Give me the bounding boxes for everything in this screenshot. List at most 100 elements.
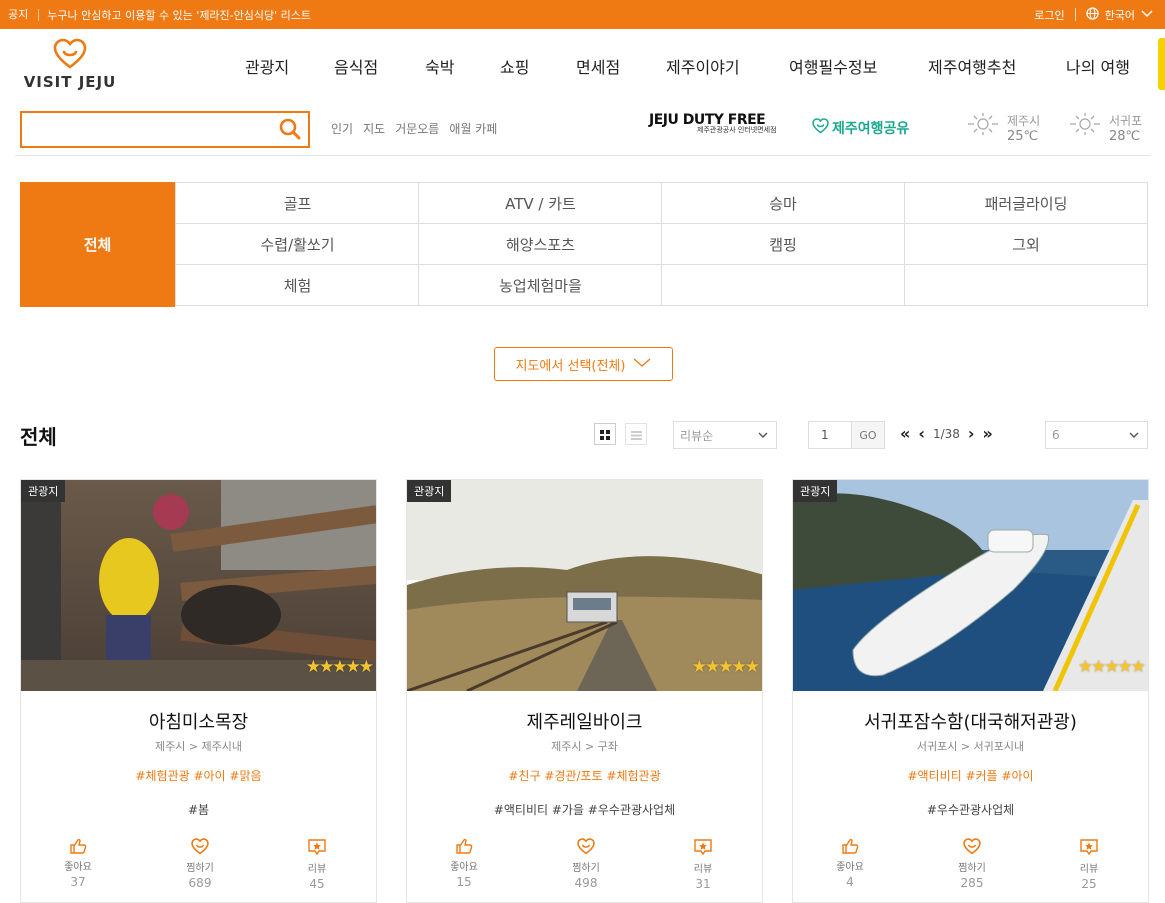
card-title[interactable]: 서귀포잠수함(대국해저관광) (793, 708, 1148, 734)
globe-icon (1085, 6, 1099, 23)
grid-view-button[interactable] (594, 423, 616, 445)
utility-menu: 로그인 한국어 (1034, 0, 1153, 29)
nav-jeju-story[interactable]: 제주이야기 (666, 54, 740, 78)
nav-accommodation[interactable]: 숙박 (425, 54, 454, 78)
next-page-icon[interactable]: › (968, 426, 975, 442)
category-badge: 관광지 (793, 480, 838, 502)
card-tags-secondary[interactable]: #액티비티 #가을 #우수관광사업체 (407, 801, 762, 818)
pick-count: 498 (574, 876, 598, 890)
like-stat[interactable]: 좋아요 15 (434, 838, 494, 889)
spot-card[interactable]: 관광지 ★★★★★ 제주레일바이크 제주시 > 구좌 #친구 #경관/포토 #체… (406, 479, 763, 903)
like-count: 37 (70, 875, 86, 889)
nav-travel-info[interactable]: 여행필수정보 (789, 54, 877, 78)
review-stat[interactable]: 리뷰 45 (287, 838, 347, 891)
divider (1074, 8, 1076, 21)
pick-stat[interactable]: 찜하기 498 (556, 838, 616, 890)
nav-travel-recommend[interactable]: 제주여행추천 (928, 54, 1016, 78)
keyword-link[interactable]: 지도 (363, 120, 385, 137)
card-image[interactable]: 관광지 ★★★★★ (21, 480, 376, 691)
rating-stars: ★★★★★ (305, 657, 374, 677)
category-camping[interactable]: 캠핑 (661, 224, 904, 265)
spot-card[interactable]: 관광지 ★★★★★ 아침미소목장 제주시 > 제주시내 #체험관광 #아이 #맑… (20, 479, 377, 903)
card-tags-secondary[interactable]: #봄 (21, 801, 376, 818)
sun-icon (1067, 112, 1103, 140)
category-empty (661, 265, 904, 306)
rating-stars: ★★★★★ (1077, 657, 1146, 677)
section-title: 전체 (20, 425, 57, 449)
page-status: 1/38 (932, 427, 960, 441)
card-tags-primary[interactable]: #액티비티 #커플 #아이 (793, 767, 1148, 784)
keyword-link[interactable]: 거문오름 (395, 120, 439, 137)
pick-count: 285 (960, 876, 984, 890)
review-stat[interactable]: 리뷰 31 (673, 838, 733, 891)
login-link[interactable]: 로그인 (1034, 7, 1064, 23)
weather-seogwipo: 서귀포 28℃ (1067, 112, 1142, 144)
card-location: 제주시 > 구좌 (551, 740, 618, 753)
category-experience[interactable]: 체험 (175, 265, 419, 306)
like-stat[interactable]: 좋아요 4 (820, 838, 880, 889)
keyword-link[interactable]: 인기 (331, 120, 353, 137)
nav-tourist-spots[interactable]: 관광지 (245, 54, 289, 78)
card-image[interactable]: 관광지 ★★★★★ (793, 480, 1148, 691)
card-tags-primary[interactable]: #체험관광 #아이 #맑음 (21, 767, 376, 784)
notice-link[interactable]: 누구나 안심하고 이용할 수 있는 '제라진-안심식당' 리스트 (39, 7, 311, 23)
nav-my-trip[interactable]: 나의 여행 (1066, 54, 1130, 78)
prev-page-icon[interactable]: ‹ (918, 426, 925, 442)
review-count: 25 (1081, 877, 1097, 891)
search-icon[interactable] (278, 117, 302, 145)
language-select[interactable]: 한국어 (1105, 7, 1135, 23)
first-page-icon[interactable]: « (900, 426, 910, 442)
card-title[interactable]: 아침미소목장 (21, 708, 376, 734)
sort-select[interactable]: 리뷰순 (673, 421, 777, 449)
category-all-tab[interactable]: 전체 (20, 182, 175, 307)
share-label: 제주여행공유 (832, 121, 910, 137)
per-page-select[interactable]: 6 (1045, 421, 1148, 449)
nav-shopping[interactable]: 쇼핑 (500, 54, 529, 78)
card-tags-primary[interactable]: #친구 #경관/포토 #체험관광 (407, 767, 762, 784)
review-label: 리뷰 (307, 864, 327, 875)
duty-free-banner[interactable]: JEJU DUTY FREE 제주관광공사 인터넷면세점 (649, 112, 789, 144)
pick-label: 찜하기 (958, 863, 986, 874)
header-divider (15, 155, 1150, 156)
category-grid: 골프 ATV / 카트 승마 패러글라이딩 수렵/활쏘기 해양스포츠 캠핑 그외… (175, 182, 1148, 307)
chevron-down-icon[interactable] (1141, 8, 1153, 21)
list-view-button[interactable] (625, 423, 647, 445)
category-farm-village[interactable]: 농업체험마을 (418, 265, 662, 306)
pick-stat[interactable]: 찜하기 285 (942, 838, 1002, 890)
category-golf[interactable]: 골프 (175, 183, 419, 224)
pick-stat[interactable]: 찜하기 689 (170, 838, 230, 890)
like-label: 좋아요 (450, 862, 478, 873)
nav-restaurants[interactable]: 음식점 (334, 54, 378, 78)
category-empty (904, 265, 1147, 306)
category-others[interactable]: 그외 (904, 224, 1147, 265)
keyword-link[interactable]: 애월 카페 (449, 120, 497, 137)
page-number-input[interactable]: 1 (808, 421, 852, 449)
go-button[interactable]: GO (851, 421, 885, 449)
heart-icon (170, 838, 230, 855)
map-select-button[interactable]: 지도에서 선택(전체) (494, 347, 673, 381)
popular-keywords: 인기 지도 거문오름 애월 카페 (331, 120, 497, 137)
notice-tag: 공지 (0, 8, 40, 21)
search-input[interactable] (22, 113, 262, 146)
category-horse-riding[interactable]: 승마 (661, 183, 904, 224)
nav-duty-free[interactable]: 면세점 (576, 54, 620, 78)
last-page-icon[interactable]: » (982, 426, 992, 442)
category-marine-sports[interactable]: 해양스포츠 (418, 224, 662, 265)
like-stat[interactable]: 좋아요 37 (48, 838, 108, 889)
per-page-value: 6 (1052, 428, 1060, 442)
review-stat[interactable]: 리뷰 25 (1059, 838, 1119, 891)
category-atv-kart[interactable]: ATV / 카트 (418, 183, 662, 224)
review-label: 리뷰 (1079, 864, 1099, 875)
card-tags-secondary[interactable]: #우수관광사업체 (793, 801, 1148, 818)
heart-icon (942, 838, 1002, 855)
category-paragliding[interactable]: 패러글라이딩 (904, 183, 1147, 224)
category-hunting-archery[interactable]: 수렵/활쏘기 (175, 224, 419, 265)
share-banner[interactable]: 제주여행공유 (812, 118, 909, 138)
side-tab[interactable] (1158, 38, 1165, 90)
card-title[interactable]: 제주레일바이크 (407, 708, 762, 734)
card-image[interactable]: 관광지 ★★★★★ (407, 480, 762, 691)
pick-label: 찜하기 (572, 863, 600, 874)
card-location: 제주시 > 제주시내 (154, 740, 243, 753)
like-count: 15 (456, 875, 472, 889)
spot-card[interactable]: 관광지 ★★★★★ 서귀포잠수함(대국해저관광) 서귀포시 > 서귀포시내 #액… (792, 479, 1149, 903)
